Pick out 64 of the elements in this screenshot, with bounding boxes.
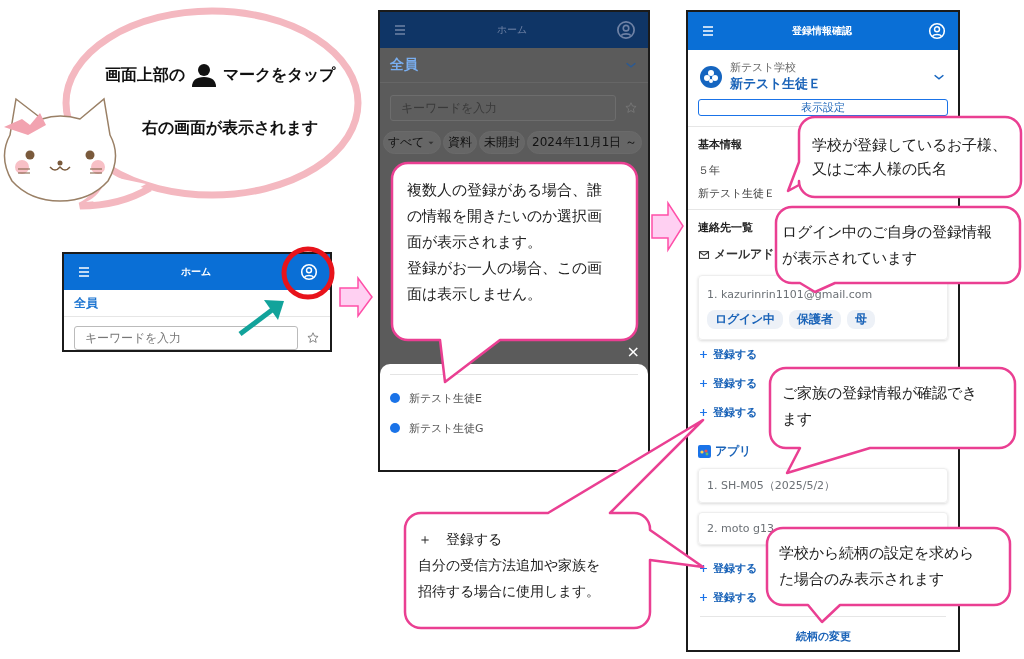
callout-text: ログイン中のご自身の登録情報が表示されています (782, 222, 993, 269)
dot-icon (390, 423, 400, 433)
callout-text: ＋ 登録する (418, 530, 503, 549)
device-name: 2. moto g13 (707, 522, 775, 535)
plus-icon (698, 349, 709, 360)
instruction-text: 画面上部の (105, 64, 185, 86)
callout-text: 学校から続柄の設定を求めらた場合のみ表示されます (779, 543, 975, 590)
mail-icon (698, 248, 710, 261)
pointer-arrow (238, 300, 284, 336)
callout-text: 複数人の登録がある場合、誰の情報を開きたいのか選択画面が表示されます。 (407, 180, 603, 253)
account-icon (616, 20, 636, 40)
search-field[interactable]: キーワードを入力 (74, 326, 298, 350)
register-link[interactable]: 登録する (698, 340, 757, 369)
callout-text: 自分の受信方法追加や家族を招待する場合に使用します。 (418, 556, 601, 601)
app-heading: アプリ (715, 443, 751, 460)
school-logo-icon (700, 65, 722, 88)
star-icon (624, 101, 638, 115)
instruction-text: マークをタップ (223, 64, 335, 86)
register-link[interactable]: 登録する (698, 583, 757, 612)
section-heading: 連絡先一覧 (698, 220, 753, 235)
grade-text: ５年 (698, 163, 720, 179)
callout-text: 学校が登録しているお子様、又はご本人様の氏名 (812, 135, 1007, 180)
section-heading: 基本情報 (698, 137, 742, 152)
tag: 保護者 (789, 310, 841, 329)
filter-chip[interactable]: 未開封 (479, 131, 525, 154)
plus-icon (698, 592, 709, 603)
email-heading: メールアド (714, 246, 774, 263)
instruction-text: 右の画面が表示されます (142, 118, 318, 139)
relationship-link[interactable]: 続柄の変更 (795, 629, 851, 644)
close-button[interactable]: × (626, 344, 640, 360)
callout-text: ご家族の登録情報が確認できます (782, 383, 978, 430)
display-settings-button[interactable]: 表示設定 (698, 99, 948, 116)
plus-icon (698, 407, 709, 418)
school-name: 新テスト学校 (730, 60, 797, 75)
filter-chip[interactable]: 資料 (443, 131, 477, 154)
star-icon (306, 331, 320, 345)
person-icon (191, 62, 217, 88)
register-link[interactable]: 登録する (698, 369, 757, 398)
tag: ログイン中 (707, 310, 783, 329)
menu-icon (76, 264, 92, 280)
screen-title: ホーム (181, 265, 211, 279)
dot-icon (390, 393, 400, 403)
highlight-circle (281, 246, 335, 300)
screen-title: 登録情報確認 (792, 24, 852, 38)
device-name: 1. SH-M05（2025/5/2） (707, 478, 837, 493)
next-arrow (339, 275, 373, 319)
account-icon (300, 263, 318, 281)
menu-icon (392, 22, 408, 38)
name-text: 新テスト生徒Ｅ (698, 186, 775, 202)
plus-icon (698, 378, 709, 389)
account-icon (928, 22, 946, 40)
student-name: 新テスト生徒Ｅ (730, 75, 822, 93)
filter-chip[interactable]: 2024年11月1日 ～ (527, 131, 643, 154)
menu-icon (700, 23, 716, 39)
filter-label[interactable]: 全員 (74, 294, 98, 312)
next-arrow (651, 200, 684, 253)
tag: 母 (847, 310, 875, 329)
student-option[interactable]: 新テスト生徒G (390, 413, 638, 443)
app-icon (698, 445, 711, 458)
filter-chip[interactable]: すべて (383, 131, 441, 154)
email-address: 1. kazurinrin1101@gmail.com (707, 288, 874, 301)
screen-title: ホーム (497, 23, 527, 37)
callout-text: 登録がお一人の場合、この画面は表示しません。 (407, 258, 603, 305)
register-link[interactable]: 登録する (698, 398, 757, 427)
